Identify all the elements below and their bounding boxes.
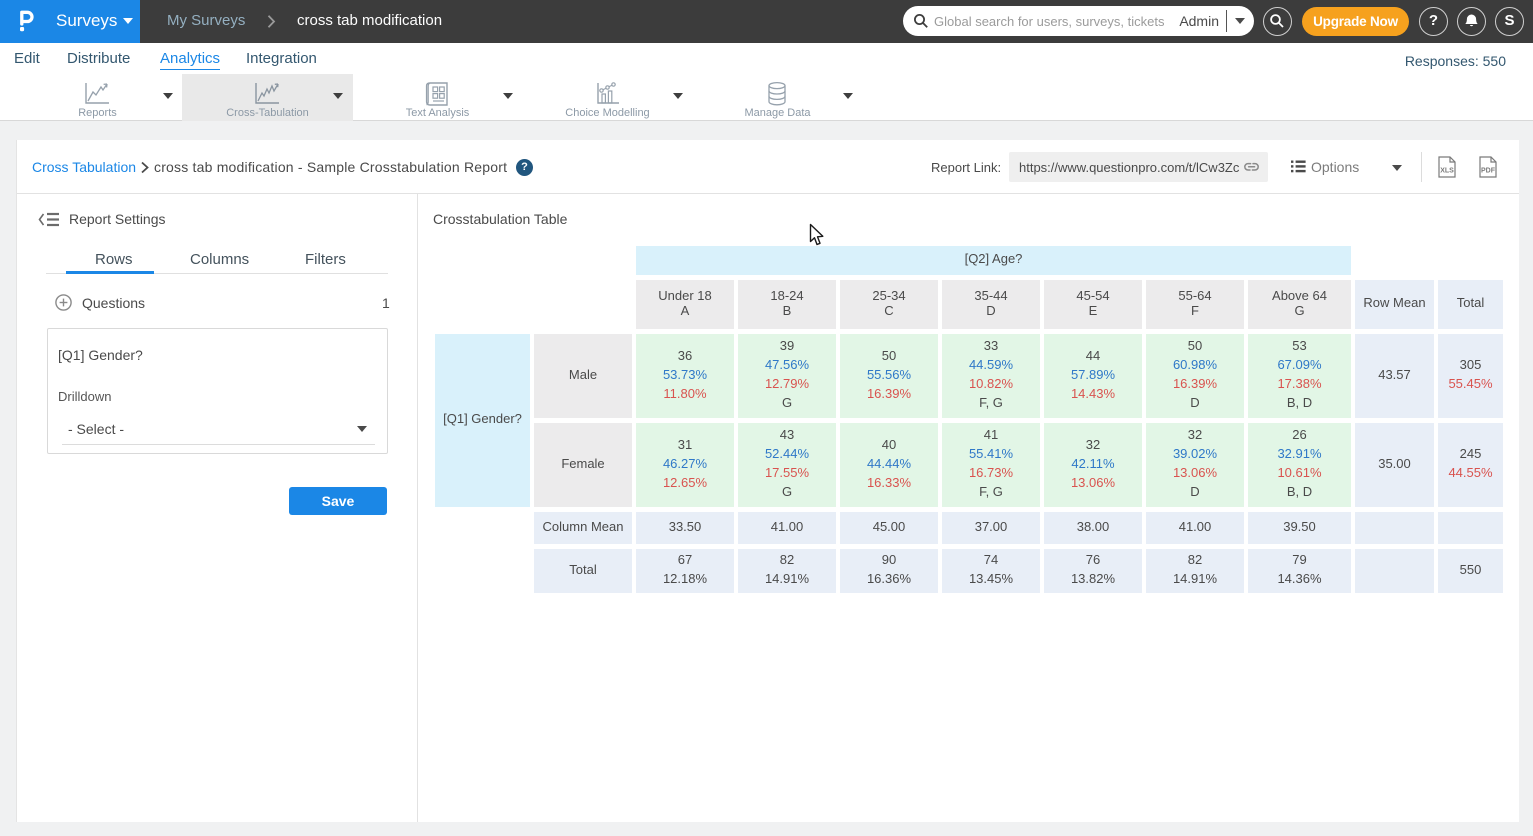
svg-text:PDF: PDF xyxy=(1481,168,1496,175)
svg-text:XLS: XLS xyxy=(1440,168,1454,175)
